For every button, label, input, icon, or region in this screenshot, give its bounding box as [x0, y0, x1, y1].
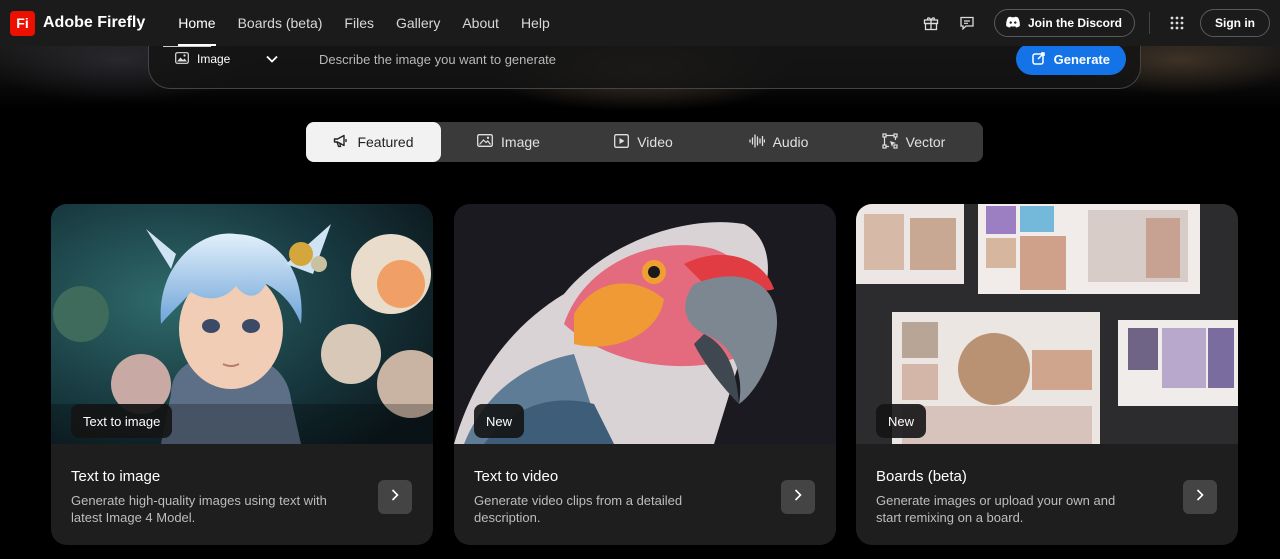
discord-label: Join the Discord: [1027, 16, 1122, 30]
tab-label: Featured: [357, 134, 414, 150]
category-tabs: Featured Image Video Audio Vector: [306, 122, 983, 162]
nav-divider: [1149, 12, 1150, 34]
brand-name: Adobe Firefly: [43, 14, 146, 31]
sign-in-button[interactable]: Sign in: [1200, 9, 1270, 37]
card-badge: New: [876, 404, 927, 438]
generation-type-select[interactable]: Image: [175, 51, 295, 67]
apps-grid-icon[interactable]: [1164, 10, 1190, 36]
megaphone-icon: [333, 134, 349, 151]
card-title: Text to image: [71, 468, 161, 485]
chevron-down-icon: [266, 52, 278, 66]
brand[interactable]: Fi Adobe Firefly: [10, 10, 146, 36]
nav-link-help[interactable]: Help: [510, 0, 561, 46]
card-badge: New: [474, 404, 525, 438]
card-description: Generate high-quality images using text …: [71, 493, 327, 525]
card-title: Boards (beta): [876, 468, 967, 485]
image-icon: [477, 134, 493, 150]
top-navbar: Fi Adobe Firefly Home Boards (beta) File…: [0, 0, 1280, 46]
generation-type-label: Image: [197, 52, 231, 66]
feature-card-text-to-image[interactable]: Text to image Text to image Generate hig…: [51, 204, 433, 545]
video-icon: [614, 133, 630, 151]
nav-link-boards[interactable]: Boards (beta): [227, 0, 334, 46]
nav-links: Home Boards (beta) Files Gallery About H…: [167, 0, 561, 46]
tab-label: Vector: [905, 134, 946, 150]
nav-link-home[interactable]: Home: [167, 0, 226, 46]
card-description: Generate images or upload your own and s…: [876, 493, 1116, 525]
tab-featured[interactable]: Featured: [306, 122, 441, 162]
tab-vector[interactable]: Vector: [846, 122, 981, 162]
nav-actions: Join the Discord Sign in: [918, 9, 1270, 37]
chevron-right-icon: [1196, 488, 1204, 506]
card-open-button[interactable]: [1183, 480, 1217, 514]
discord-icon: [1005, 16, 1021, 31]
gift-icon[interactable]: [918, 10, 944, 36]
image-icon: [175, 51, 189, 67]
active-nav-underline: [163, 46, 211, 47]
tab-label: Video: [637, 134, 673, 150]
chevron-right-icon: [391, 488, 399, 506]
card-description: Generate video clips from a detailed des…: [474, 493, 683, 525]
feature-card-text-to-video[interactable]: New Text to video Generate video clips f…: [454, 204, 836, 545]
feedback-icon[interactable]: [954, 10, 980, 36]
firefly-logo: Fi: [10, 10, 35, 36]
card-open-button[interactable]: [781, 480, 815, 514]
feature-card-boards[interactable]: New Boards (beta) Generate images or upl…: [856, 204, 1238, 545]
nav-link-about[interactable]: About: [451, 0, 510, 46]
prompt-input[interactable]: [319, 51, 1016, 67]
join-discord-button[interactable]: Join the Discord: [993, 9, 1135, 37]
chevron-right-icon: [794, 488, 802, 506]
generate-button[interactable]: Generate: [1015, 43, 1126, 75]
audio-wave-icon: [748, 133, 765, 151]
tab-audio[interactable]: Audio: [711, 122, 846, 162]
card-open-button[interactable]: [378, 480, 412, 514]
card-badge: Text to image: [71, 404, 173, 438]
tab-video[interactable]: Video: [576, 122, 711, 162]
generate-label: Generate: [1053, 51, 1110, 67]
nav-link-files[interactable]: Files: [333, 0, 385, 46]
tab-label: Image: [501, 134, 540, 150]
tab-image[interactable]: Image: [441, 122, 576, 162]
nav-link-gallery[interactable]: Gallery: [385, 0, 451, 46]
vector-icon: [882, 132, 898, 152]
tab-label: Audio: [772, 134, 809, 150]
generate-icon: [1031, 51, 1046, 68]
card-title: Text to video: [474, 468, 559, 485]
